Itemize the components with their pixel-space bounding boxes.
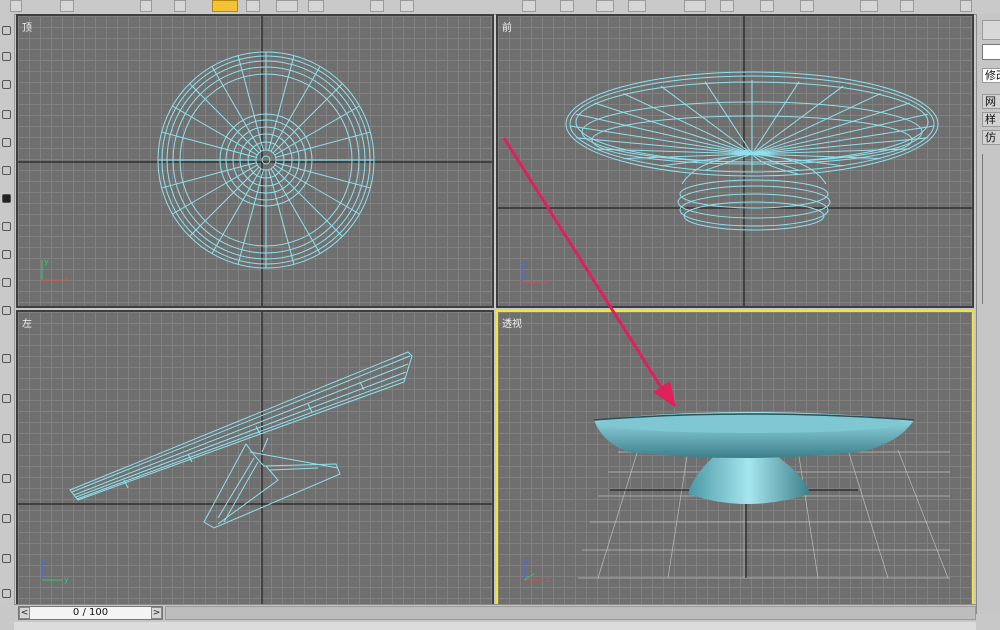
cursor-arrow-icon[interactable] (982, 20, 1000, 40)
frame-counter: 0 / 100 (72, 607, 109, 618)
modifier-list-item[interactable]: 网 (982, 94, 1000, 109)
name-field[interactable] (982, 44, 1000, 60)
annotation-arrow-overlay (502, 137, 676, 408)
modifier-list-item[interactable]: 仿 (982, 130, 1000, 145)
viewport-label[interactable]: 左 (22, 315, 32, 330)
prev-frame-button[interactable]: < (19, 607, 30, 619)
command-panel: 修改 网 样 仿 (976, 14, 1000, 614)
time-track[interactable] (165, 606, 976, 620)
tab-modify[interactable]: 修改 (982, 68, 1000, 83)
annotation-arrow-head (653, 381, 676, 408)
viewport-label[interactable]: 透视 (502, 315, 522, 330)
time-slider-bar: < 0 / 100 > (14, 604, 976, 630)
viewport-label[interactable]: 顶 (22, 19, 32, 34)
viewport-label[interactable]: 前 (502, 19, 512, 34)
modifier-list-item[interactable]: 样 (982, 112, 1000, 127)
time-slider[interactable]: < 0 / 100 > (18, 606, 163, 620)
next-frame-button[interactable]: > (151, 607, 162, 619)
modifier-stack[interactable] (982, 154, 1000, 304)
annotation-arrow-line (502, 137, 666, 393)
